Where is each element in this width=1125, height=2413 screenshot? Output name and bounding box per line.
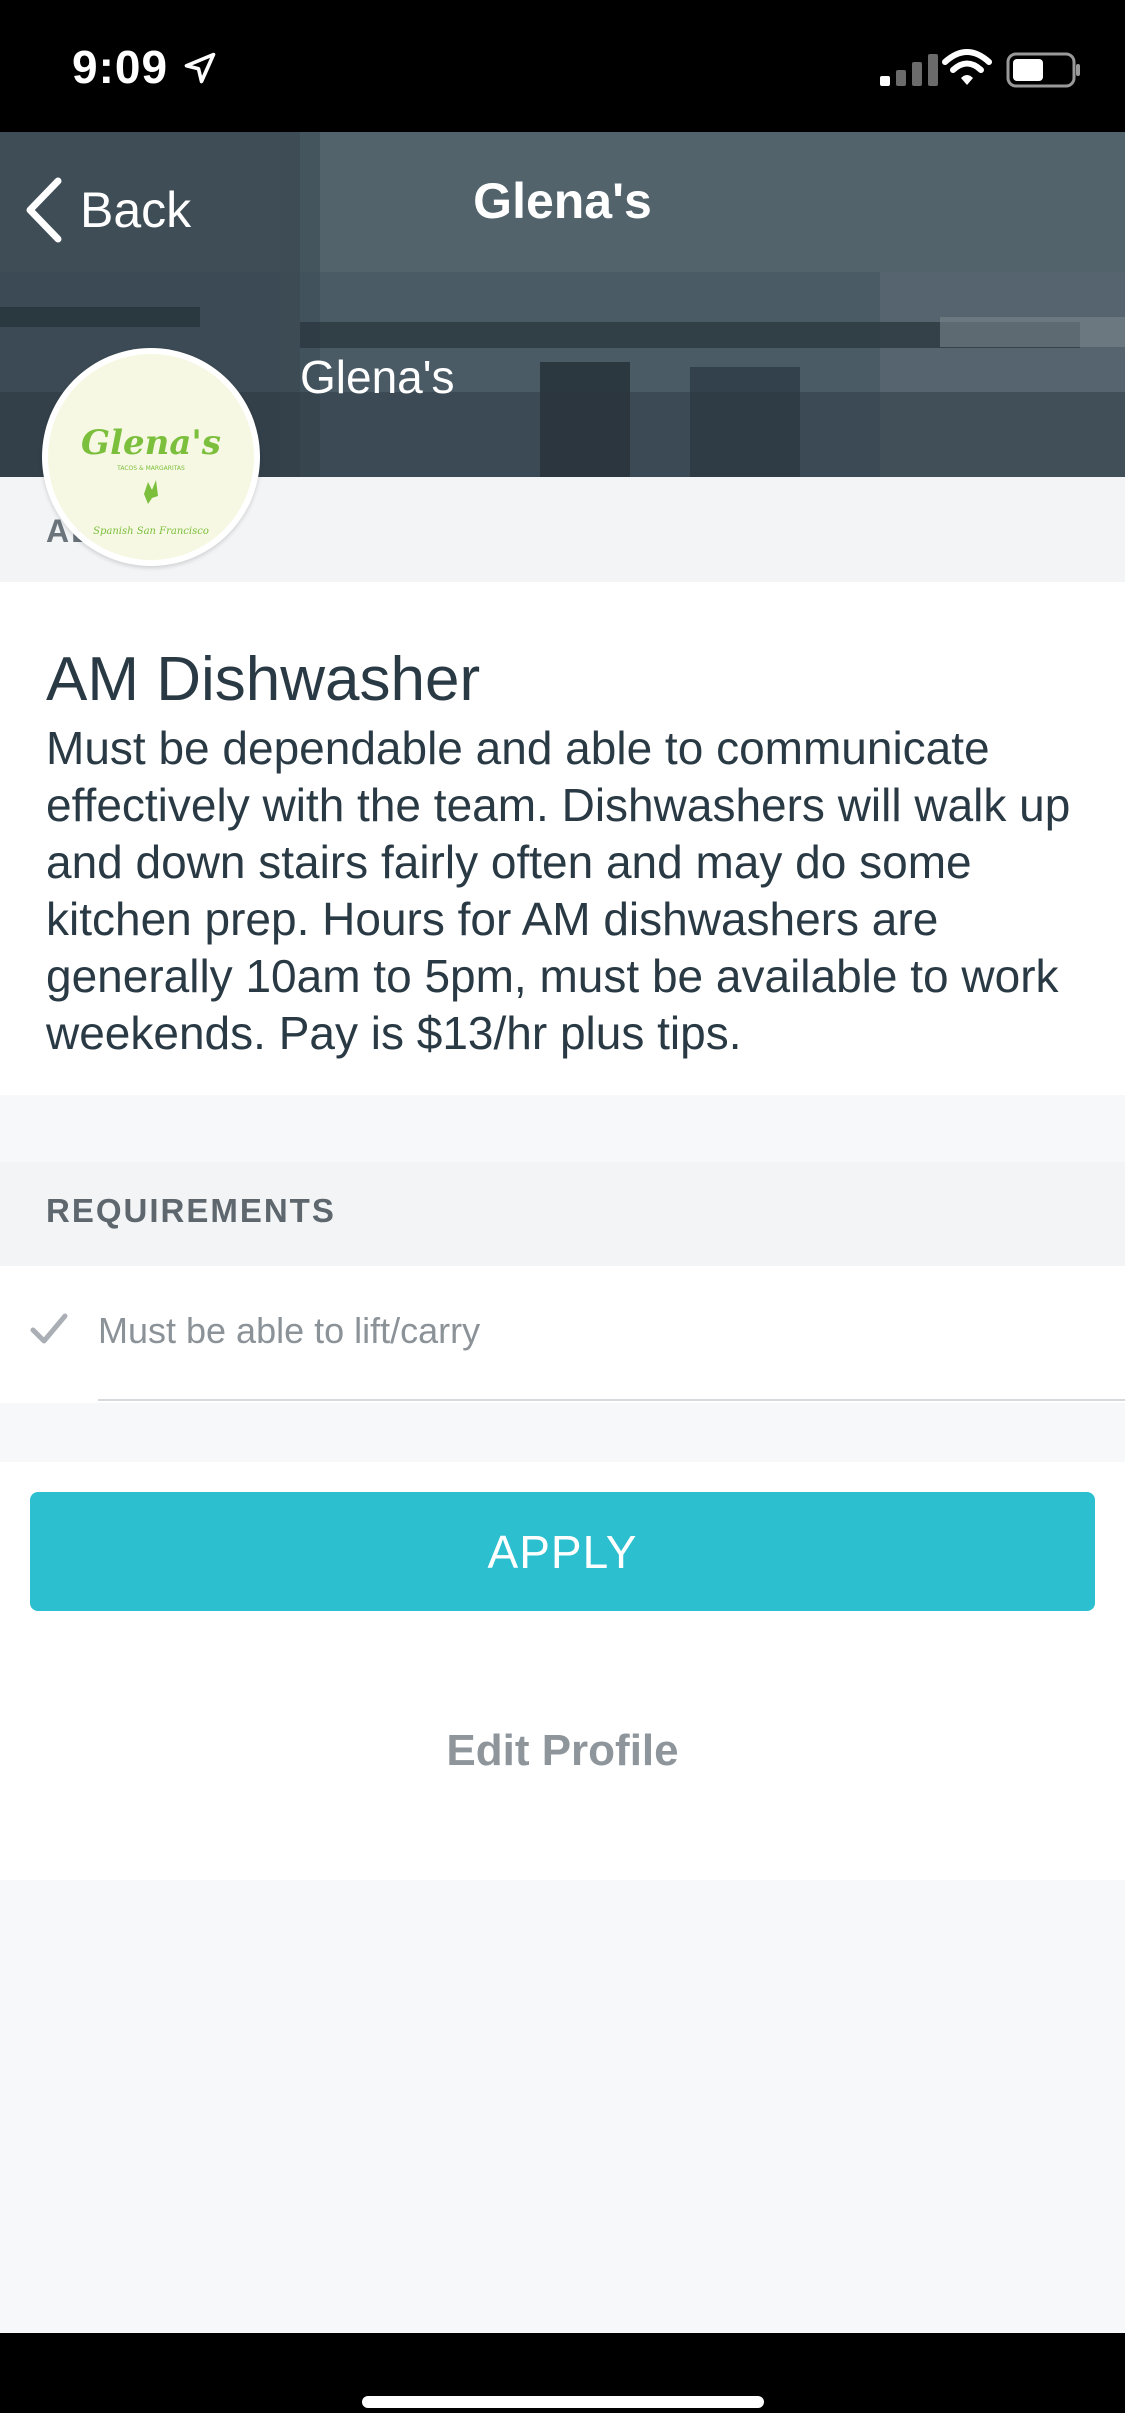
- edit-profile-link[interactable]: Edit Profile: [0, 1726, 1125, 1776]
- job-card: AM Dishwasher Must be dependable and abl…: [0, 582, 1125, 1095]
- employer-logo: Glena's TACOS & MARGARITAS Spanish San F…: [48, 354, 254, 560]
- actions-area: APPLY Edit Profile: [0, 1462, 1125, 1880]
- logo-tagline: TACOS & MARGARITAS: [116, 465, 185, 472]
- requirement-item: Must be able to lift/carry: [0, 1266, 1125, 1402]
- battery-icon: [1006, 52, 1080, 88]
- home-indicator[interactable]: [362, 2396, 764, 2408]
- requirement-text: Must be able to lift/carry: [98, 1310, 481, 1351]
- apply-button[interactable]: APPLY: [30, 1492, 1095, 1611]
- requirements-label: REQUIREMENTS: [46, 1192, 336, 1229]
- home-bar-area: [0, 2333, 1125, 2413]
- employer-name: Glena's: [300, 351, 455, 403]
- location-arrow-icon: [184, 52, 216, 84]
- wifi-icon: [942, 49, 992, 85]
- requirements-list: Must be able to lift/carry: [0, 1266, 1125, 1403]
- check-icon: [30, 1313, 68, 1344]
- cellular-signal-icon: [880, 54, 938, 86]
- back-button[interactable]: Back: [24, 170, 191, 250]
- status-bar: 9:09: [0, 0, 1125, 132]
- employer-avatar: Glena's TACOS & MARGARITAS Spanish San F…: [42, 348, 260, 566]
- divider: [98, 1399, 1125, 1401]
- employer-logo-graphic: Glena's TACOS & MARGARITAS Spanish San F…: [81, 423, 221, 537]
- job-title: AM Dishwasher: [46, 645, 481, 714]
- logo-text: Glena's: [81, 423, 221, 463]
- chevron-left-icon: [26, 177, 62, 243]
- logo-bottom-text: Spanish San Francisco: [93, 526, 209, 537]
- back-label: Back: [80, 182, 192, 238]
- requirements-section-header: REQUIREMENTS: [0, 1162, 1125, 1266]
- status-time: 9:09: [72, 41, 169, 93]
- job-description: Must be dependable and able to communica…: [46, 722, 1071, 1059]
